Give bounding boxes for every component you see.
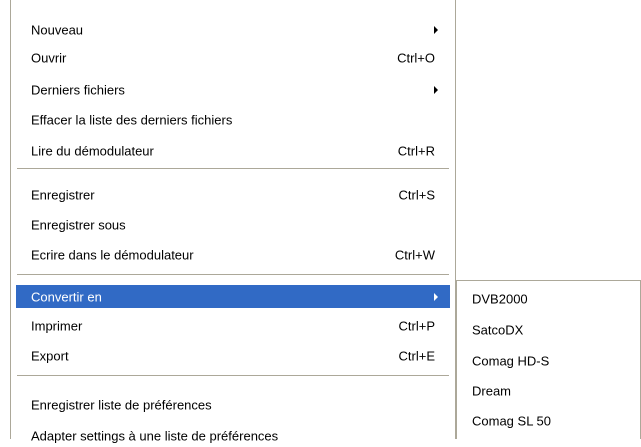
- menu-item-shortcut: Ctrl+R: [397, 143, 435, 158]
- menu-item-shortcut: Ctrl+P: [398, 318, 435, 333]
- submenu-arrow-icon: [434, 292, 438, 301]
- submenu-item-dvb2000[interactable]: DVB2000: [461, 284, 636, 313]
- submenu-arrow-icon: [434, 85, 438, 94]
- submenu-item-label: Comag HD-S: [472, 353, 550, 368]
- menu-item-derniers-fichiers[interactable]: Derniers fichiers: [16, 78, 450, 101]
- menu-item-label: Adapter settings à une liste de préféren…: [31, 428, 279, 443]
- menu-item-imprimer[interactable]: Imprimer Ctrl+P: [16, 314, 450, 337]
- submenu-item-dream[interactable]: Dream: [461, 376, 636, 405]
- menu-item-label: Export: [31, 348, 69, 363]
- menu-item-label: Effacer la liste des derniers fichiers: [31, 112, 233, 127]
- menu-item-label: Enregistrer: [31, 187, 95, 202]
- menu-item-label: Imprimer: [31, 318, 83, 333]
- menu-item-lire-demodulateur[interactable]: Lire du démodulateur Ctrl+R: [16, 139, 450, 162]
- menu-item-export[interactable]: Export Ctrl+E: [16, 344, 450, 367]
- menu-separator: [17, 168, 449, 169]
- menu-item-enregistrer-sous[interactable]: Enregistrer sous: [16, 213, 450, 236]
- menu-item-label: Ouvrir: [31, 50, 67, 65]
- menu-item-convertir-en[interactable]: Convertir en: [16, 285, 450, 308]
- submenu-item-label: Comag SL 50: [472, 413, 552, 428]
- menu-item-effacer-liste[interactable]: Effacer la liste des derniers fichiers: [16, 108, 450, 131]
- menu-item-nouveau[interactable]: Nouveau: [16, 18, 450, 41]
- menu-item-ecrire-demodulateur[interactable]: Ecrire dans le démodulateur Ctrl+W: [16, 243, 450, 266]
- menu-separator: [17, 375, 449, 376]
- menu-item-shortcut: Ctrl+O: [397, 50, 435, 65]
- submenu-item-label: DVB2000: [472, 291, 528, 306]
- menu-item-label: Derniers fichiers: [31, 82, 125, 97]
- menu-item-enregistrer-liste-preferences[interactable]: Enregistrer liste de préférences: [16, 393, 450, 416]
- file-menu: Nouveau Ouvrir Ctrl+O Derniers fichiers …: [10, 0, 456, 443]
- menu-item-label: Enregistrer sous: [31, 217, 126, 232]
- submenu-item-comag-sl-50[interactable]: Comag SL 50: [461, 406, 636, 435]
- menu-item-label: Ecrire dans le démodulateur: [31, 247, 194, 262]
- menu-item-shortcut: Ctrl+S: [398, 187, 435, 202]
- menu-item-label: Enregistrer liste de préférences: [31, 397, 212, 412]
- submenu-item-label: Dream: [472, 383, 512, 398]
- submenu-item-label: SatcoDX: [472, 322, 524, 337]
- submenu-arrow-icon: [434, 25, 438, 34]
- menu-item-label: Nouveau: [31, 22, 84, 37]
- menu-item-enregistrer[interactable]: Enregistrer Ctrl+S: [16, 183, 450, 206]
- menu-item-adapter-settings[interactable]: Adapter settings à une liste de préféren…: [16, 424, 450, 447]
- convert-submenu: DVB2000 SatcoDX Comag HD-S Dream Comag S…: [456, 280, 641, 439]
- menu-item-label: Lire du démodulateur: [31, 143, 154, 158]
- menu-item-shortcut: Ctrl+W: [394, 247, 435, 262]
- menu-separator: [17, 274, 449, 275]
- submenu-item-comag-hd-s[interactable]: Comag HD-S: [461, 346, 636, 375]
- submenu-item-satcodx[interactable]: SatcoDX: [461, 315, 636, 344]
- menu-item-label: Convertir en: [31, 289, 102, 304]
- menu-item-ouvrir[interactable]: Ouvrir Ctrl+O: [16, 46, 450, 69]
- menu-item-shortcut: Ctrl+E: [398, 348, 435, 363]
